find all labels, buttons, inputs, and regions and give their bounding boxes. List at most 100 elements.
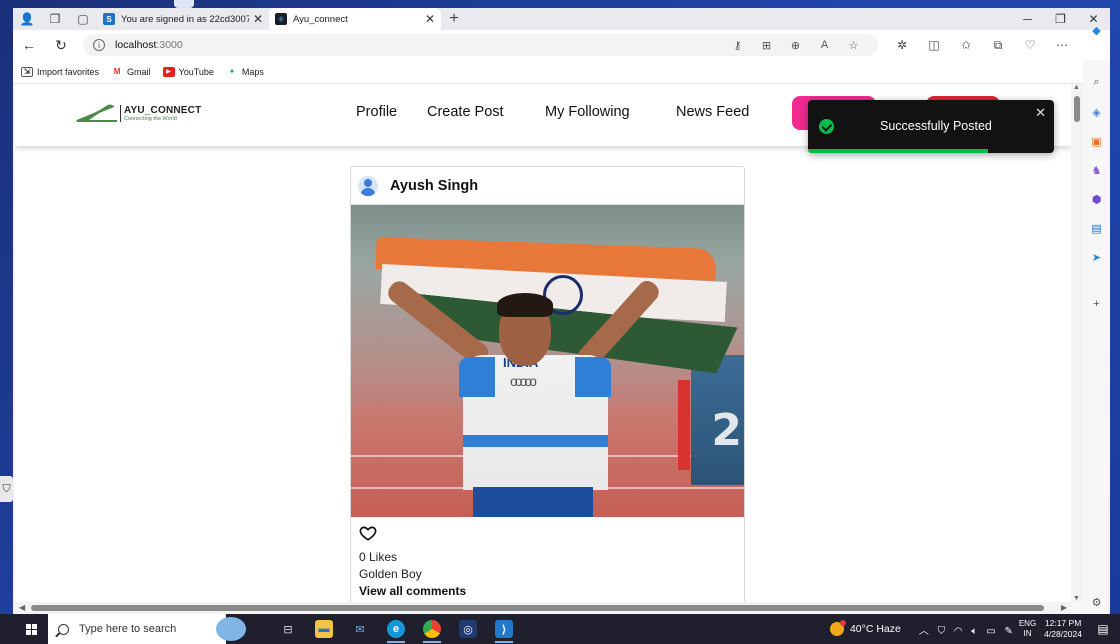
close-tab-icon[interactable]: ✕ (425, 12, 435, 26)
volume-icon[interactable]: 🔈︎ (971, 626, 977, 637)
photo-sleeve (575, 357, 611, 397)
scroll-up-icon[interactable]: ▲ (1073, 84, 1080, 91)
lang-top: ENG (1018, 619, 1037, 628)
logo-tagline: Connecting the World (124, 115, 177, 122)
key-icon[interactable]: ⚷ (723, 39, 752, 52)
sidebar-search-icon[interactable]: ⌕ (1090, 76, 1103, 89)
more-icon[interactable]: ⋯ (1046, 38, 1078, 53)
file-explorer-icon[interactable]: ▬ (306, 614, 342, 644)
photo-post (678, 380, 690, 470)
import-icon: ⇲ (21, 66, 33, 77)
back-icon[interactable]: ← (13, 37, 45, 53)
taskbar-search-placeholder: Type here to search (79, 623, 177, 635)
outlook-icon[interactable]: ▤ (1090, 222, 1103, 235)
weather-desc: Haze (876, 623, 901, 635)
nav-profile[interactable]: Profile (356, 104, 397, 120)
profile-icon[interactable]: 👤 (13, 8, 41, 30)
like-heart-icon[interactable] (359, 524, 377, 542)
minimize-icon[interactable]: ─ (1011, 12, 1044, 26)
bookmark-youtube[interactable]: ▶ YouTube (162, 66, 214, 77)
horizontal-scrollbar[interactable]: ◀ ▶ (15, 602, 1071, 614)
language-indicator[interactable]: ENG IN (1019, 619, 1036, 639)
vscode-icon[interactable]: ⟩ (486, 614, 522, 644)
tab-signed-in[interactable]: S You are signed in as 22cd3007 ✕ (97, 8, 269, 30)
app-available-icon[interactable]: ⊞ (752, 39, 781, 52)
bookmark-gmail[interactable]: M Gmail (111, 67, 151, 77)
drop-icon[interactable]: ➤ (1090, 251, 1103, 264)
chevron-up-icon[interactable]: ︿ (919, 626, 929, 637)
app-icon[interactable]: ◎ (450, 614, 486, 644)
vertical-scrollbar[interactable]: ▲ ▼ (1071, 84, 1083, 602)
photo-sleeve (459, 357, 495, 397)
toast-close-icon[interactable]: ✕ (1035, 105, 1046, 121)
photo-band (463, 435, 608, 447)
collections-icon[interactable]: ⧉ (982, 38, 1014, 53)
windows-start-icon[interactable] (18, 614, 44, 644)
url-input[interactable]: i localhost:3000 ⚷ ⊞ ⊕ A ☆ (83, 34, 878, 56)
taskbar-clock[interactable]: 12:17 PM 4/28/2024 (1044, 618, 1082, 640)
taskbar-search[interactable]: Type here to search (48, 614, 246, 644)
nav-news-feed[interactable]: News Feed (676, 104, 749, 120)
scroll-left-icon[interactable]: ◀ (19, 603, 25, 612)
security-icon[interactable]: ⛉ (938, 626, 946, 637)
games-icon[interactable]: ♞ (1090, 164, 1103, 177)
nav-my-following[interactable]: My Following (545, 104, 630, 120)
mail-icon[interactable]: ✉ (342, 614, 378, 644)
post-body: 0 Likes Golden Boy View all comments (351, 517, 744, 602)
address-bar: ← ↻ i localhost:3000 ⚷ ⊞ ⊕ A ☆ ✲ ◫ ✩ ⧉ ♡… (13, 30, 1110, 60)
close-tab-icon[interactable]: ✕ (253, 12, 263, 26)
page-viewport: AYU_CONNECT Connecting the World Profile… (15, 84, 1071, 602)
notifications-icon[interactable]: ▤ (1092, 618, 1114, 640)
photo-shorts (473, 487, 593, 517)
restore-icon[interactable]: ❐ (1044, 12, 1077, 26)
bookmark-import[interactable]: ⇲ Import favorites (21, 66, 100, 77)
bookmark-label: Import favorites (37, 66, 100, 77)
zoom-icon[interactable]: ⊕ (781, 39, 810, 52)
new-tab-icon[interactable]: + (441, 10, 467, 28)
post-author[interactable]: Ayush Singh (390, 178, 478, 194)
task-view-icon[interactable]: ⊟ (270, 614, 306, 644)
desktop-icon[interactable] (174, 0, 194, 8)
refresh-icon[interactable]: ↻ (45, 37, 77, 54)
read-aloud-icon[interactable]: A (810, 39, 839, 52)
extensions-icon[interactable]: ✲ (886, 38, 918, 53)
display-icon[interactable]: ▭ (986, 626, 995, 637)
scroll-right-icon[interactable]: ▶ (1061, 603, 1067, 612)
pen-icon[interactable]: ✎ (1004, 626, 1012, 637)
avatar[interactable] (358, 175, 378, 196)
tab-title: You are signed in as 22cd3007 (121, 13, 249, 25)
post-image[interactable]: 2 INDIA ooooo (351, 205, 744, 517)
tab-ayu-connect[interactable]: ⚛ Ayu_connect ✕ (269, 8, 441, 30)
horizontal-scroll-thumb[interactable] (31, 605, 1044, 611)
sidebar-settings-icon[interactable]: ⚙ (1090, 596, 1103, 609)
wifi-icon[interactable]: ◠ (954, 626, 963, 637)
signin-favicon-icon: S (103, 13, 115, 25)
weather-widget[interactable]: 40°C Haze (829, 620, 901, 636)
workspaces-icon[interactable]: ❐ (41, 8, 69, 30)
copilot-icon[interactable]: ◆ (1090, 24, 1103, 37)
site-info-icon[interactable]: i (93, 39, 105, 51)
edge-icon[interactable]: e (378, 614, 414, 644)
browser-essentials-icon[interactable]: ♡ (1014, 38, 1046, 53)
shopping-tag-icon[interactable]: ◈ (1090, 106, 1103, 119)
favorite-star-icon[interactable]: ☆ (839, 39, 868, 52)
vertical-scroll-thumb[interactable] (1074, 96, 1080, 122)
tab-strip: 👤 ❐ ▢ S You are signed in as 22cd3007 ✕ … (13, 8, 1110, 30)
tab-actions-icon[interactable]: ▢ (69, 8, 97, 30)
nav-create-post[interactable]: Create Post (427, 104, 504, 120)
toolbar: ✲ ◫ ✩ ⧉ ♡ ⋯ (886, 38, 1078, 53)
shield-icon[interactable]: ⛉ (0, 476, 13, 502)
site-logo[interactable]: AYU_CONNECT Connecting the World (76, 104, 201, 122)
scroll-down-icon[interactable]: ▼ (1073, 595, 1080, 602)
tools-icon[interactable]: ▣ (1090, 135, 1103, 148)
add-sidebar-icon[interactable]: + (1090, 298, 1103, 311)
logo-mark-icon (76, 104, 117, 122)
view-comments-link[interactable]: View all comments (359, 584, 736, 598)
m365-icon[interactable]: ⬢ (1090, 193, 1103, 206)
post-header: Ayush Singh (351, 167, 744, 205)
favorites-icon[interactable]: ✩ (950, 38, 982, 53)
split-screen-icon[interactable]: ◫ (918, 38, 950, 53)
chrome-icon[interactable] (414, 614, 450, 644)
bookmark-maps[interactable]: ✦ Maps (226, 67, 264, 77)
success-toast[interactable]: Successfully Posted ✕ (808, 100, 1054, 153)
